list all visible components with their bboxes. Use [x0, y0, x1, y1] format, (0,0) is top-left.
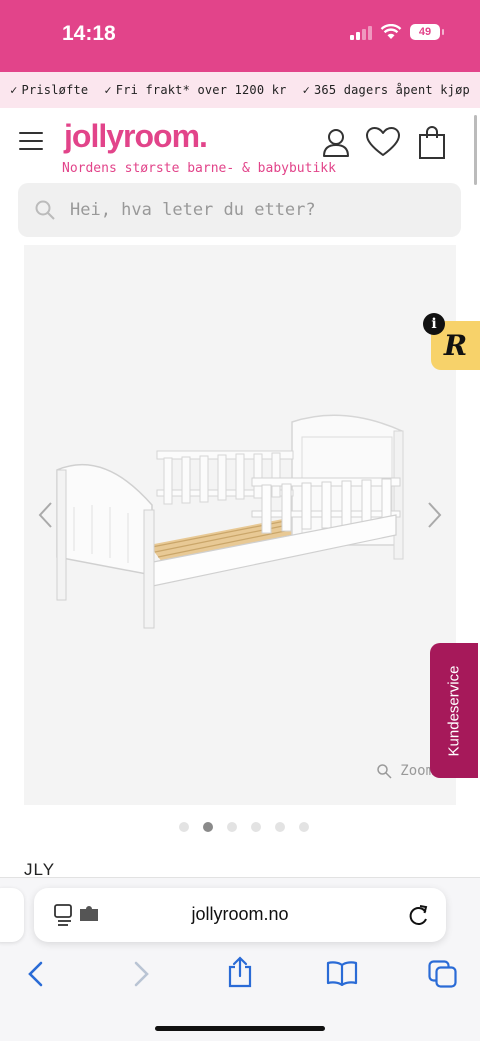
zoom-icon	[377, 764, 392, 779]
kundeservice-tab[interactable]: Kundeservice	[430, 643, 478, 778]
search-bar[interactable]	[18, 183, 461, 237]
bookmarks-icon[interactable]	[326, 960, 358, 986]
tagline: Nordens største barne- & babybutikk	[62, 161, 336, 176]
share-icon[interactable]	[226, 956, 254, 988]
forward-icon[interactable]	[131, 960, 151, 988]
cellular-signal-icon	[350, 24, 372, 40]
zoom-label: Zoom	[400, 763, 434, 779]
check-icon: ✓	[302, 83, 310, 97]
pagination-dot[interactable]	[227, 822, 237, 832]
account-icon[interactable]	[320, 126, 352, 158]
pagination-dot-active[interactable]	[203, 822, 213, 832]
heart-icon[interactable]	[365, 126, 401, 158]
search-input[interactable]	[70, 183, 450, 237]
product-image	[56, 414, 404, 629]
status-bar: 14:18 49	[0, 0, 480, 72]
home-indicator[interactable]	[155, 1026, 325, 1031]
zoom-button[interactable]: Zoom	[376, 763, 434, 779]
chevron-left-icon[interactable]	[36, 495, 56, 535]
battery-icon: 49	[410, 24, 444, 40]
kundeservice-label: Kundeservice	[445, 665, 463, 756]
site-header: jollyroom. Nordens største barne- & baby…	[0, 108, 480, 184]
product-image-gallery[interactable]: Zoom	[24, 245, 456, 805]
tabs-icon[interactable]	[428, 960, 458, 988]
info-icon[interactable]: i	[423, 313, 445, 335]
cart-bag-icon[interactable]	[418, 126, 446, 160]
usp-item: ✓ Prisløfte	[10, 83, 89, 97]
menu-icon[interactable]	[19, 132, 43, 150]
check-icon: ✓	[104, 83, 112, 97]
back-icon[interactable]	[26, 960, 46, 988]
chevron-right-icon[interactable]	[424, 495, 444, 535]
status-icons: 49	[350, 24, 444, 40]
url-text: jollyroom.no	[191, 904, 289, 924]
page-scroll-indicator	[474, 115, 477, 185]
usp-item: ✓ Fri frakt* over 1200 kr	[104, 83, 287, 97]
previous-tab-preview[interactable]	[0, 888, 24, 942]
pagination-dot[interactable]	[251, 822, 261, 832]
pagination-dot[interactable]	[299, 822, 309, 832]
browser-toolbar: jollyroom.no	[0, 877, 480, 1041]
gallery-pagination	[0, 822, 480, 832]
search-icon	[35, 200, 55, 220]
usp-item: ✓ 365 dagers åpent kjøp	[302, 83, 470, 97]
pagination-dot[interactable]	[179, 822, 189, 832]
pagination-dot[interactable]	[275, 822, 285, 832]
usp-bar: ✓ Prisløfte ✓ Fri frakt* over 1200 kr ✓ 365…	[0, 72, 480, 108]
check-icon: ✓	[10, 83, 18, 97]
address-bar[interactable]: jollyroom.no	[34, 888, 446, 942]
wifi-icon	[380, 24, 402, 39]
logo[interactable]: jollyroom.	[64, 118, 208, 155]
status-time: 14:18	[62, 22, 116, 45]
reload-icon[interactable]	[408, 903, 430, 927]
